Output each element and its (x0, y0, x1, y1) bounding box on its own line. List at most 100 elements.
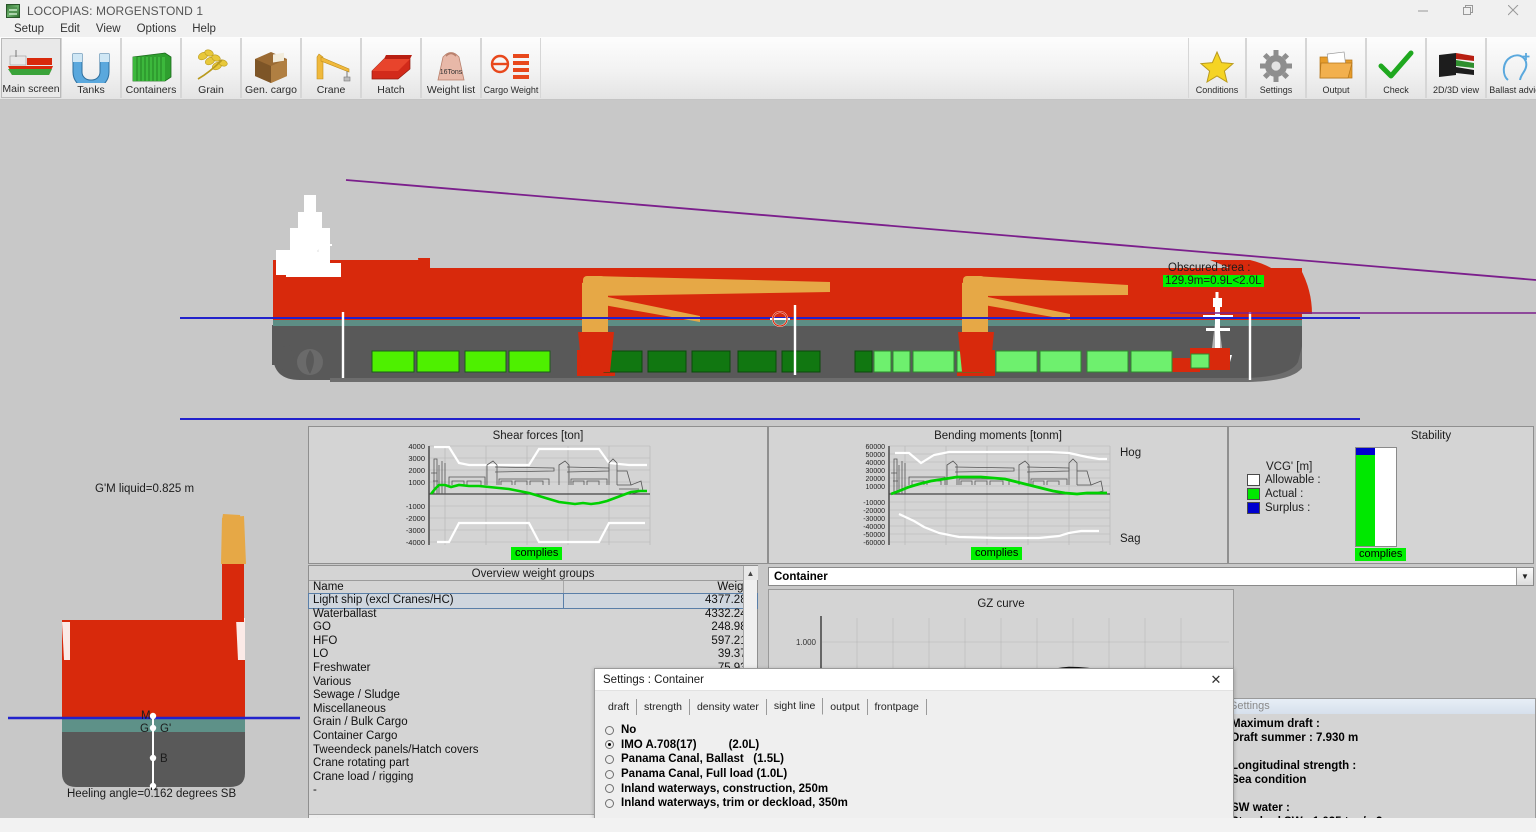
bending-moments-panel[interactable]: Bending moments [tonm] 60000 50000 40000… (768, 426, 1228, 564)
toolbar-button-ballast-advice[interactable]: Ballast advice (1486, 38, 1536, 98)
minimize-button[interactable] (1401, 0, 1446, 21)
shear-forces-panel[interactable]: Shear forces [ton] 4000 3000 2000 1000 -… (308, 426, 768, 564)
heeling-angle-label: Heeling angle=0.162 degrees SB (67, 788, 237, 800)
radio-icon[interactable] (605, 754, 614, 764)
ship-profile-view[interactable] (0, 100, 1536, 430)
dialog-tabs: draft strength density water sight line … (601, 698, 1233, 715)
dialog-close-icon[interactable]: ✕ (1199, 669, 1233, 691)
cell-weight: 39.373 (717, 648, 753, 661)
cell-name: - (313, 784, 317, 797)
toolbar-label: Cargo Weight (483, 85, 539, 95)
sag-label: Sag (1120, 533, 1141, 545)
toolbar-button-settings[interactable]: Settings (1246, 38, 1306, 98)
cell-name: Various (313, 675, 352, 688)
radio-option-panama-full-load[interactable]: Panama Canal, Full load (1.0L) (605, 767, 1233, 782)
window-title: LOCOPIAS: MORGENSTOND 1 (27, 3, 204, 18)
restore-button[interactable] (1446, 0, 1491, 21)
table-row[interactable]: GO 248.988 (309, 621, 757, 635)
main-canvas: Obscured area : 129.9m=0.9L<2.0L TAftmar… (0, 100, 1536, 832)
close-button[interactable] (1491, 0, 1536, 21)
toolbar-button-2d3d-view[interactable]: 2D/3D view (1426, 38, 1486, 98)
svg-text:4000: 4000 (408, 442, 425, 451)
toolbar-button-main-screen[interactable]: Main screen (1, 38, 61, 98)
tab-output[interactable]: output (823, 699, 868, 715)
menu-setup[interactable]: Setup (6, 21, 52, 37)
cell-name: Light ship (excl Cranes/HC) (308, 593, 565, 609)
svg-text:2000: 2000 (408, 466, 425, 475)
svg-text:-1000: -1000 (406, 502, 425, 511)
radio-option-panama-ballast[interactable]: Panama Canal, Ballast (1.5L) (605, 752, 1233, 767)
swatch-actual (1247, 488, 1260, 500)
column-header-name[interactable]: Name (309, 581, 564, 593)
stability-bar-allowable (1355, 447, 1397, 547)
radio-icon[interactable] (605, 725, 614, 735)
table-row[interactable]: Light ship (excl Cranes/HC) 4377.288 (308, 593, 758, 609)
column-header-weight[interactable]: Weight (564, 581, 757, 593)
radio-label: Inland waterways, trim or deckload, 350m (621, 797, 848, 810)
radio-icon[interactable] (605, 798, 614, 808)
chevron-down-icon[interactable]: ▼ (1516, 568, 1533, 585)
table-row[interactable]: Waterballast 4332.248 (309, 608, 757, 622)
scroll-up-icon[interactable]: ▲ (743, 566, 758, 580)
swatch-allowable (1247, 474, 1260, 486)
toolbar-button-output[interactable]: Output (1306, 38, 1366, 98)
toolbar-button-check[interactable]: Check (1366, 38, 1426, 98)
radio-option-imo-a708[interactable]: IMO A.708(17) (2.0L) (605, 738, 1233, 753)
svg-text:G': G' (160, 723, 171, 735)
toolbar-button-containers[interactable]: Containers (121, 38, 181, 98)
toolbar-button-conditions[interactable]: Conditions (1188, 38, 1246, 98)
stability-panel[interactable]: Stability VCG' [m] Allowable : 7.695 Act… (1228, 426, 1534, 564)
toolbar-button-gen-cargo[interactable]: Gen. cargo (241, 38, 301, 98)
settings-line: Longitudinal strength : (1231, 760, 1357, 772)
stability-bar-surplus (1356, 448, 1375, 455)
tab-draft[interactable]: draft (601, 699, 638, 715)
weight-icon: 16Tons (425, 48, 477, 84)
toolbar-button-grain[interactable]: Grain (181, 38, 241, 98)
radio-icon[interactable] (605, 784, 614, 794)
svg-text:-20000: -20000 (863, 508, 885, 515)
radio-option-inland-construction[interactable]: Inland waterways, construction, 250m (605, 781, 1233, 796)
toolbar-button-tanks[interactable]: Tanks (61, 38, 121, 98)
sight-line-radio-group: No IMO A.708(17) (2.0L) Panama Canal, Ba… (605, 723, 1233, 811)
tab-sight-line[interactable]: sight line (766, 698, 824, 715)
svg-text:40000: 40000 (866, 460, 886, 467)
svg-text:-4000: -4000 (406, 538, 425, 547)
cell-name: GO (313, 621, 331, 634)
table-row[interactable]: HFO 597.216 (309, 635, 757, 649)
toolbar-label: Weight list (426, 84, 476, 96)
tanks-icon (65, 48, 117, 84)
view-selector-combo[interactable]: Container ▼ (768, 567, 1534, 586)
tab-density-water[interactable]: density water (690, 699, 767, 715)
menu-options[interactable]: Options (129, 21, 185, 37)
toolbar-button-weight-list[interactable]: 16Tons Weight list (421, 38, 481, 98)
tab-strength[interactable]: strength (637, 699, 690, 715)
bending-moments-chart: 6000050000 4000030000 2000010000 -10000-… (863, 444, 1111, 547)
toolbar-label: Tanks (77, 84, 105, 96)
ship-profile-icon (5, 47, 57, 83)
table-row[interactable]: LO 39.373 (309, 648, 757, 662)
svg-text:-60000: -60000 (863, 540, 885, 547)
toolbar-button-cargo-weight[interactable]: Cargo Weight (481, 38, 541, 98)
menu-edit[interactable]: Edit (52, 21, 88, 37)
radio-label: Panama Canal, Ballast (1.5L) (621, 753, 784, 766)
title-bar: LOCOPIAS: MORGENSTOND 1 (0, 0, 1536, 21)
radio-icon[interactable] (605, 769, 614, 779)
radio-option-no[interactable]: No (605, 723, 1233, 738)
menu-view[interactable]: View (88, 21, 129, 37)
toolbar-button-crane[interactable]: Crane (301, 38, 361, 98)
radio-icon-selected[interactable] (605, 740, 614, 750)
toolbar-label: Grain (198, 84, 224, 96)
gear-icon (1250, 48, 1302, 84)
tab-frontpage[interactable]: frontpage (868, 699, 927, 715)
cross-section-view[interactable]: M G G' B K (0, 490, 310, 790)
settings-container-dialog[interactable]: Settings : Container ✕ draft strength de… (594, 668, 1234, 832)
menu-help[interactable]: Help (184, 21, 224, 37)
cell-name: HFO (313, 634, 338, 647)
menu-bar: Setup Edit View Options Help (0, 21, 1536, 37)
radio-option-inland-trim-deckload[interactable]: Inland waterways, trim or deckload, 350m (605, 796, 1233, 811)
swatch-surplus (1247, 502, 1260, 514)
settings-summary-pane[interactable]: Settings Maximum draft : Draft summer : … (1224, 698, 1536, 832)
toolbar-button-hatch[interactable]: Hatch (361, 38, 421, 98)
wheat-icon (185, 48, 237, 84)
toolbar-label: Check (1383, 85, 1409, 95)
